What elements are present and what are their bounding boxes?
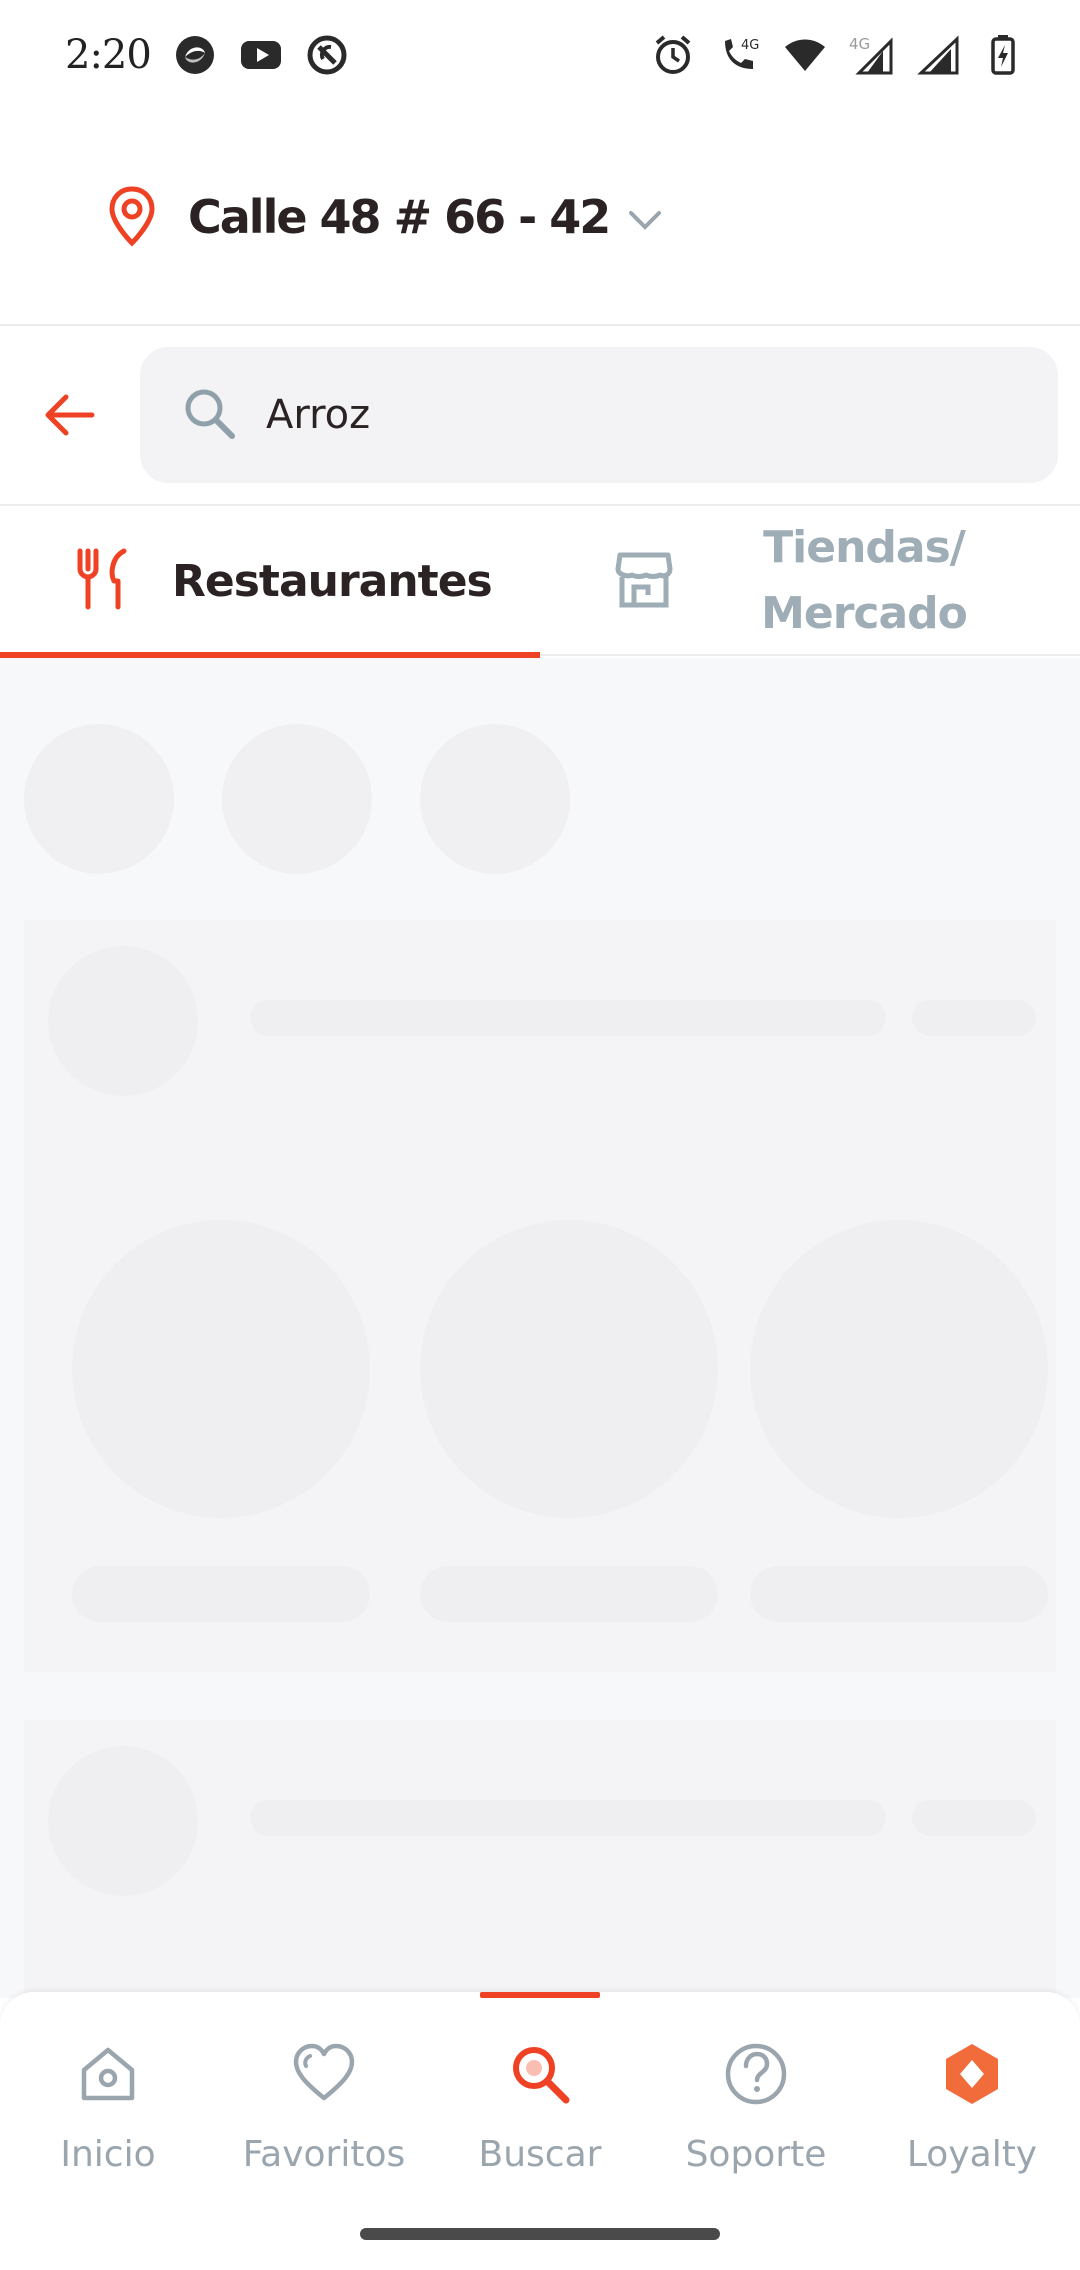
tab-stores-label: Tiendas/ Mercado (761, 522, 968, 639)
help-icon (725, 2043, 787, 2105)
skeleton-product-label (750, 1566, 1048, 1622)
screen: 2:20 4G 4G Calle 48 # 66 - 42 Arroz Rest… (0, 0, 1080, 2270)
svg-text:4G: 4G (741, 38, 759, 53)
skeleton-filter-chip (222, 724, 372, 874)
nav-item-favoritos[interactable]: Favoritos (216, 2042, 432, 2202)
heart-icon (293, 2043, 355, 2101)
status-right: 4G 4G (651, 33, 1025, 77)
nav-item-loyalty[interactable]: Loyalty (864, 2042, 1080, 2202)
status-left: 2:20 (65, 32, 349, 78)
search-row (0, 326, 1080, 506)
bottom-navigation: Inicio Favoritos Buscar Soporte Loyalty (0, 1992, 1080, 2270)
youtube-icon (239, 33, 283, 77)
battery-charging-icon (981, 33, 1025, 77)
skeleton-card (24, 1720, 1056, 1998)
skeleton-product-label (72, 1566, 370, 1622)
search-icon (513, 2047, 570, 2104)
skeleton-meta-line (912, 1800, 1036, 1836)
wifi-icon (783, 33, 827, 77)
status-bar: 2:20 4G 4G (0, 0, 1080, 110)
skeleton-title-line (250, 1800, 886, 1836)
skeleton-product-label (420, 1566, 718, 1622)
nav-label-buscar: Buscar (478, 2134, 602, 2175)
signal-4g-icon: 4G (849, 33, 893, 77)
tab-restaurants-label: Restaurantes (172, 555, 493, 607)
results-skeleton (0, 658, 1080, 1998)
nav-label-loyalty: Loyalty (906, 2134, 1038, 2175)
address-text: Calle 48 # 66 - 42 (188, 190, 611, 244)
nav-item-soporte[interactable]: Soporte (648, 2042, 864, 2202)
skeleton-card (24, 920, 1056, 1672)
skeleton-filter-chip (24, 724, 174, 874)
fork-knife-icon (74, 547, 134, 615)
skeleton-product-image (750, 1220, 1048, 1518)
address-selector[interactable]: Calle 48 # 66 - 42 (0, 110, 1080, 326)
skeleton-product-image (72, 1220, 370, 1518)
nav-label-inicio: Inicio (60, 2134, 156, 2175)
volte-call-icon: 4G (717, 33, 761, 77)
category-tabs: Restaurantes Tiendas/ Mercado (0, 506, 1080, 658)
gesture-handle[interactable] (360, 2228, 720, 2240)
status-time: 2:20 (65, 32, 152, 78)
signal-icon (915, 33, 959, 77)
chevron-down-icon (629, 211, 662, 230)
nav-item-buscar[interactable]: Buscar (432, 2042, 648, 2202)
back-button[interactable] (0, 345, 140, 485)
search-icon (180, 384, 238, 446)
loyalty-icon (946, 2044, 998, 2104)
tab-stores[interactable]: Tiendas/ Mercado (540, 506, 1080, 656)
alarm-icon (651, 33, 695, 77)
search-input[interactable] (266, 392, 1026, 438)
skeleton-meta-line (912, 1000, 1036, 1036)
store-icon (614, 547, 674, 615)
app-notification-icon (173, 33, 217, 77)
skeleton-avatar (48, 1746, 198, 1896)
location-pin-icon (109, 186, 155, 247)
nav-item-inicio[interactable]: Inicio (0, 2042, 216, 2202)
arrow-back-icon (45, 394, 95, 436)
active-tab-indicator (480, 1992, 600, 1998)
network-label-text: 4G (849, 35, 870, 53)
skeleton-avatar (48, 946, 198, 1096)
home-icon (81, 2047, 135, 2101)
skeleton-title-line (250, 1000, 886, 1036)
skeleton-filter-chip (420, 724, 570, 874)
skeleton-product-image (420, 1220, 718, 1518)
nav-label-favoritos: Favoritos (242, 2134, 406, 2175)
nav-label-soporte: Soporte (685, 2134, 827, 2175)
data-saver-icon (305, 33, 349, 77)
tab-restaurants[interactable]: Restaurantes (0, 506, 540, 658)
search-box[interactable] (140, 347, 1058, 483)
